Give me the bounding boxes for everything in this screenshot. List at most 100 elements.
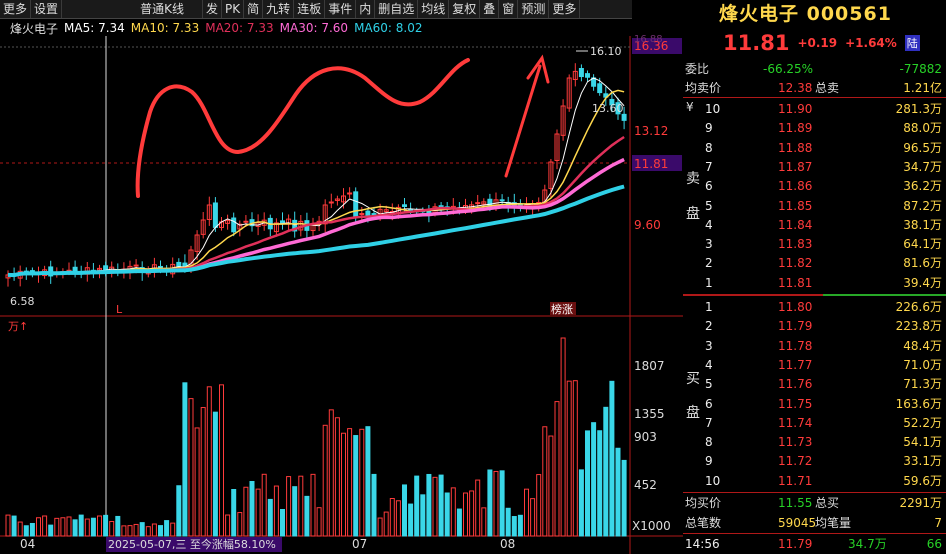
volume-bar	[481, 507, 487, 537]
marker-bangzhang: 榜涨	[551, 302, 573, 316]
volume-bar	[377, 517, 383, 537]
volume-bar	[456, 508, 462, 537]
ask-row: 7 11.87 34.7万	[683, 158, 946, 176]
volume-bar	[371, 473, 377, 537]
bid-row: 6 11.75 163.6万	[683, 395, 946, 413]
webi-pct: -66.25%	[763, 62, 814, 76]
avg-sell-value: 12.38	[778, 81, 813, 95]
ask-row: 8 11.88 96.5万	[683, 139, 946, 157]
volume-bar	[322, 424, 328, 537]
volume-bar	[469, 490, 475, 537]
ask-price: 11.82	[778, 256, 813, 271]
ma10-line	[7, 89, 625, 276]
volume-bar	[225, 514, 231, 537]
ask-row: 10 11.90 281.3万	[683, 100, 946, 118]
volume-bar	[60, 517, 66, 537]
bid-price: 11.80	[778, 300, 813, 314]
candle	[402, 204, 407, 207]
ask-row: 9 11.89 88.0万	[683, 119, 946, 137]
volume-bar	[365, 426, 371, 537]
volume-bar	[420, 494, 426, 537]
date-07: 07	[352, 537, 367, 551]
hand-drawn-arrow	[504, 54, 550, 178]
volume-bar	[243, 486, 249, 537]
total-buy-value: 2291万	[899, 496, 942, 510]
volume-bar	[554, 401, 560, 537]
volume-bar	[164, 520, 170, 537]
ask-volume: 34.7万	[903, 159, 942, 174]
candle	[347, 192, 353, 195]
bid-row: 2 11.79 223.8万	[683, 317, 946, 335]
volume-bar	[133, 523, 139, 537]
volume-bar	[408, 503, 414, 537]
volume-bar	[603, 406, 609, 537]
kline-chart[interactable]: 16.36 16.88 16.10 13.60 13.12 11.81 9.60…	[0, 0, 683, 554]
total-sell-label: 总卖	[815, 81, 840, 95]
volume-bar	[334, 417, 340, 537]
vol-axis-1355: 1355	[634, 407, 665, 421]
ask-row: 6 11.86 36.2万	[683, 177, 946, 195]
bid-row: 5 11.76 71.3万	[683, 375, 946, 393]
book-side-label: 盘	[686, 206, 700, 222]
volume-bar	[219, 384, 224, 537]
price-line: 11.81 +0.19 +1.64% 陆	[683, 28, 946, 58]
volume-bar	[261, 473, 267, 537]
vol-axis-452: 452	[634, 478, 657, 492]
candle	[499, 199, 505, 202]
volume-bar	[292, 486, 298, 537]
hand-drawn-curve	[135, 58, 470, 198]
date-04: 04	[20, 537, 35, 551]
vol-axis-x1000: X1000	[632, 519, 671, 533]
volume-bar	[200, 407, 206, 537]
ask-price: 11.89	[778, 121, 813, 136]
volume-bar	[29, 522, 35, 537]
ask-volume: 39.4万	[903, 275, 942, 290]
volume-bar	[548, 435, 554, 537]
ask-volume: 81.6万	[903, 256, 942, 271]
volume-bar	[389, 498, 395, 537]
bid-level: 9	[705, 454, 713, 469]
volume-bar	[151, 523, 157, 537]
volume-bar	[585, 430, 590, 537]
candle	[359, 213, 365, 216]
bid-level: 2	[705, 319, 713, 334]
volume-bar	[341, 432, 346, 537]
bid-level: 3	[705, 338, 713, 353]
bid-price: 11.71	[778, 473, 813, 488]
volume-bar	[591, 422, 597, 537]
bid-volume: 33.1万	[903, 454, 942, 469]
candle	[597, 83, 603, 94]
label-high: 16.10	[590, 45, 622, 58]
ask-volume: 64.1万	[903, 237, 942, 252]
axis-price-top-dim: 16.88	[634, 34, 663, 45]
volume-bar	[316, 507, 322, 537]
volume-bar	[231, 489, 237, 537]
volume-bar	[90, 517, 96, 537]
current-price: 11.81	[723, 31, 790, 55]
axis-price-13-12: 13.12	[634, 124, 668, 138]
volume-bar	[103, 514, 109, 537]
deals-row: 总笔数 59045 均笔量 7	[683, 514, 946, 532]
bid-volume: 71.0万	[903, 357, 942, 372]
volume-bar	[572, 380, 578, 537]
bid-volume: 226.6万	[895, 300, 942, 314]
book-side-label: 卖	[686, 171, 700, 187]
ask-level: 5	[705, 198, 713, 213]
webi-label: 委比	[685, 62, 710, 76]
bid-volume: 223.8万	[895, 319, 942, 334]
volume-unit: 万↑	[8, 320, 28, 333]
ask-volume: 36.2万	[903, 179, 942, 194]
vol-axis-903: 903	[634, 430, 657, 444]
candle	[133, 264, 139, 267]
candle	[280, 220, 285, 224]
bid-volume: 52.2万	[903, 415, 942, 430]
marker-L: L	[116, 303, 123, 316]
volume-bar	[78, 514, 84, 537]
bid-price: 11.78	[778, 338, 813, 353]
candle	[328, 201, 334, 204]
candle	[212, 202, 218, 228]
avg-buy-value: 11.55	[778, 496, 813, 510]
ask-level: 10	[705, 102, 721, 116]
candle	[475, 202, 481, 205]
bid-row: 1 11.80 226.6万	[683, 298, 946, 316]
